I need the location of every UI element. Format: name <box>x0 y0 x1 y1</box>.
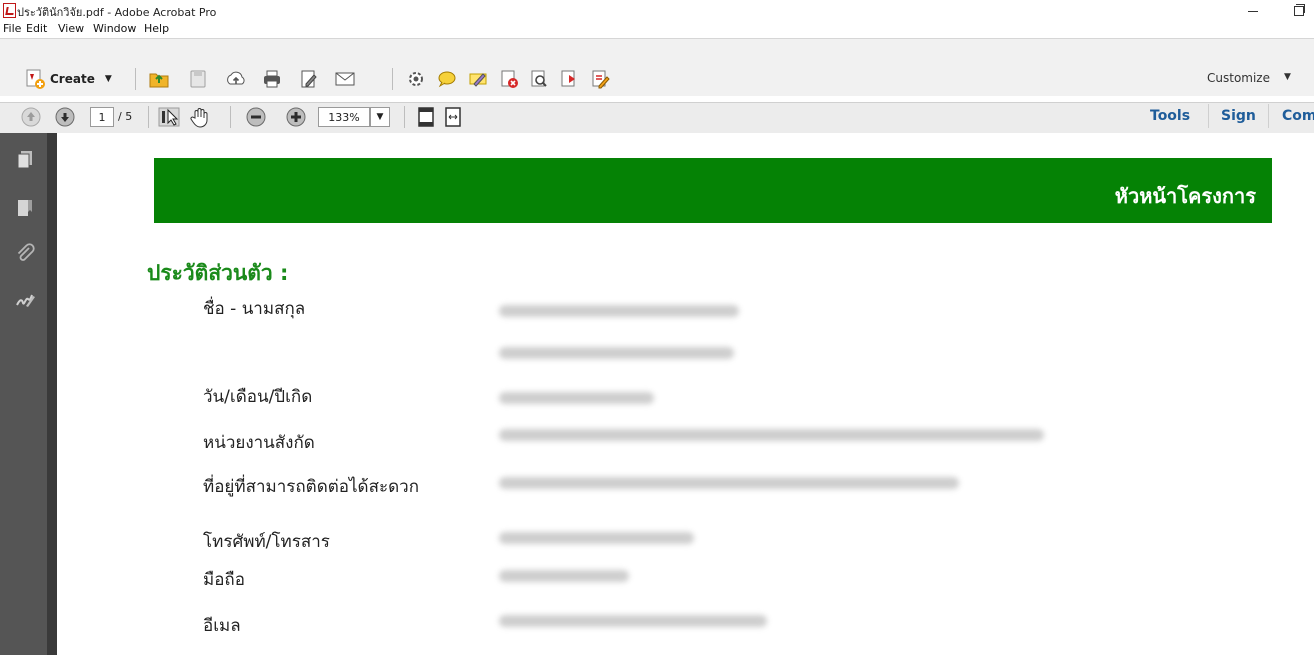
pages-icon[interactable] <box>14 149 36 171</box>
print-icon[interactable] <box>260 68 284 90</box>
navigation-pane <box>0 133 47 655</box>
email-icon[interactable] <box>333 68 357 90</box>
fit-page-icon[interactable] <box>414 106 438 128</box>
pdf-edit-icon[interactable] <box>588 68 612 90</box>
cloud-upload-icon[interactable] <box>224 68 248 90</box>
save-icon[interactable] <box>186 68 210 90</box>
toolbar-separator <box>1208 104 1209 128</box>
field-label-name: ชื่อ - นามสกุล <box>203 299 306 319</box>
fit-width-icon[interactable] <box>441 106 465 128</box>
document-view[interactable]: หัวหน้าโครงการ ประวัติส่วนตัว : ชื่อ - น… <box>57 133 1314 655</box>
field-label-address: ที่อยู่ที่สามารถติดต่อได้สะดวก <box>203 477 419 497</box>
redacted-value <box>499 532 694 544</box>
page-number-input[interactable]: 1 <box>90 107 114 127</box>
highlight-icon[interactable] <box>466 68 490 90</box>
window-title: ประวัตินักวิจัย.pdf - Adobe Acrobat Pro <box>17 6 217 19</box>
next-page-icon[interactable] <box>55 107 75 127</box>
field-label-phone: โทรศัพท์/โทรสาร <box>203 532 330 552</box>
redacted-value <box>499 570 629 582</box>
toolbar-separator <box>135 68 136 90</box>
title-bar: ประวัตินักวิจัย.pdf - Adobe Acrobat Pro <box>0 0 1314 20</box>
create-pdf-icon <box>26 69 45 89</box>
navigation-pane-edge <box>47 133 57 655</box>
field-label-affiliation: หน่วยงานสังกัด <box>203 433 315 453</box>
menu-file[interactable]: File <box>3 22 21 35</box>
open-icon[interactable] <box>147 68 171 90</box>
redacted-value <box>499 477 959 489</box>
attachments-icon[interactable] <box>14 243 36 265</box>
redacted-value <box>499 615 767 627</box>
pdf-search-icon[interactable] <box>527 68 551 90</box>
pdf-export-icon[interactable] <box>557 68 581 90</box>
menu-bar: File Edit View Window Help <box>0 20 1314 38</box>
toolbar-separator <box>230 106 231 128</box>
zoom-input[interactable]: 133% <box>318 107 370 127</box>
bookmarks-icon[interactable] <box>14 197 36 219</box>
document-header-title: หัวหน้าโครงการ <box>1114 184 1256 208</box>
section-title: ประวัติส่วนตัว : <box>147 261 289 285</box>
redacted-value <box>499 429 1044 441</box>
menu-window[interactable]: Window <box>93 22 136 35</box>
page-total: / 5 <box>118 110 133 123</box>
toolbar-separator <box>1268 104 1269 128</box>
toolbar-separator <box>392 68 393 90</box>
acrobat-pdf-icon <box>3 3 16 18</box>
edit-icon[interactable] <box>297 68 321 90</box>
comment-icon[interactable] <box>435 68 459 90</box>
comment-pane-button[interactable]: Com <box>1282 108 1314 124</box>
hand-tool-icon[interactable] <box>188 106 212 128</box>
chevron-down-icon: ▼ <box>104 74 112 84</box>
menu-view[interactable]: View <box>58 22 84 35</box>
redacted-value <box>499 392 654 404</box>
create-button[interactable]: Create ▼ <box>24 68 112 90</box>
redacted-value <box>499 347 734 359</box>
menu-help[interactable]: Help <box>144 22 169 35</box>
toolbar-separator <box>404 106 405 128</box>
previous-page-icon[interactable] <box>21 107 41 127</box>
zoom-dropdown-button[interactable]: ▼ <box>370 107 390 127</box>
pdf-delete-icon[interactable] <box>497 68 521 90</box>
create-label: Create <box>50 72 95 86</box>
toolbar-separator <box>148 106 149 128</box>
field-label-birthdate: วัน/เดือน/ปีเกิด <box>203 387 313 407</box>
signatures-icon[interactable] <box>14 289 36 311</box>
field-label-email: อีเมล <box>203 616 241 636</box>
chevron-down-icon[interactable]: ▼ <box>1284 72 1291 82</box>
zoom-out-icon[interactable] <box>246 107 266 127</box>
menu-edit[interactable]: Edit <box>26 22 47 35</box>
field-label-mobile: มือถือ <box>203 570 245 590</box>
sign-pane-button[interactable]: Sign <box>1221 108 1256 124</box>
zoom-in-icon[interactable] <box>286 107 306 127</box>
customize-button[interactable]: Customize <box>1207 71 1270 85</box>
redacted-value <box>499 305 739 317</box>
gear-icon[interactable] <box>404 68 428 90</box>
minimize-button[interactable] <box>1243 2 1263 18</box>
select-tool-icon[interactable] <box>157 106 181 128</box>
tools-pane-button[interactable]: Tools <box>1150 108 1190 124</box>
document-header-bar: หัวหน้าโครงการ <box>154 158 1272 223</box>
restore-button[interactable] <box>1288 2 1308 18</box>
